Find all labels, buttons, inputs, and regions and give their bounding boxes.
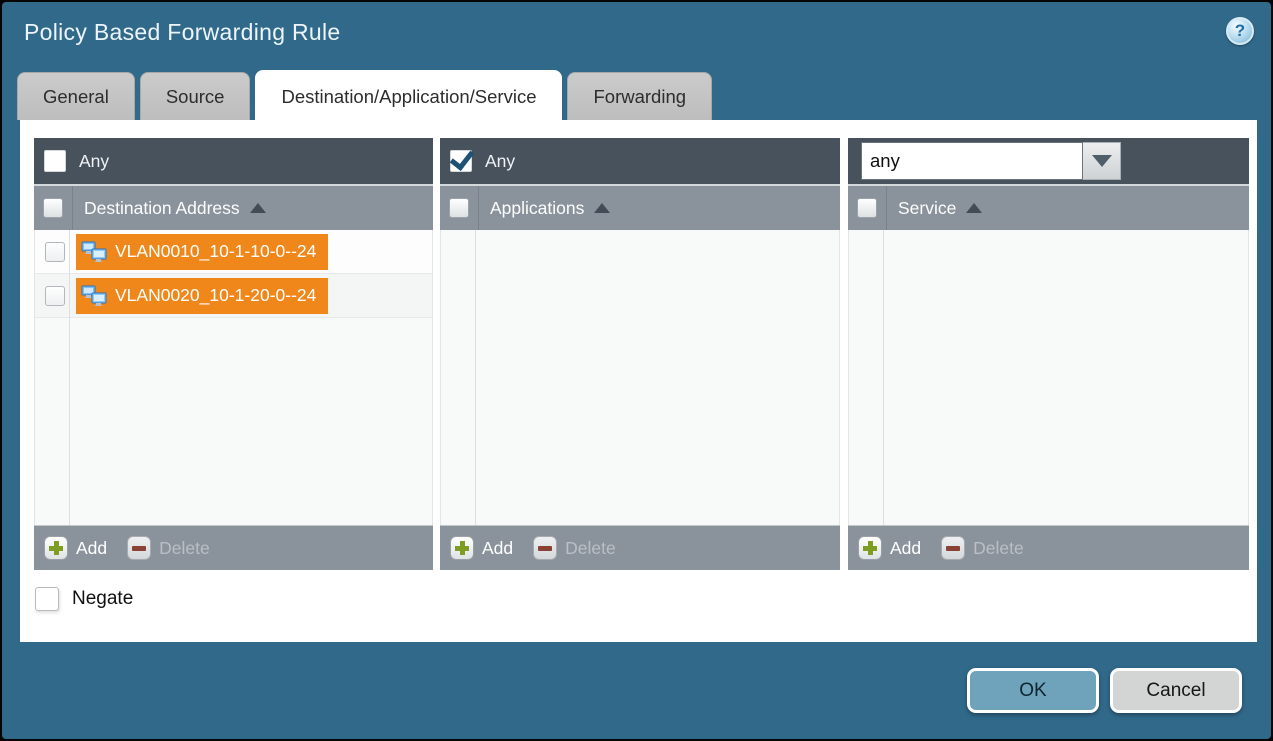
- list-item[interactable]: VLAN0020_10-1-20-0--24: [35, 274, 432, 318]
- header-separator: [72, 186, 73, 230]
- ok-button[interactable]: OK: [967, 668, 1099, 713]
- service-selector-bar: [848, 138, 1249, 184]
- destination-header-label: Destination Address: [84, 198, 240, 219]
- destination-any-label: Any: [79, 151, 109, 172]
- tab-destination-application-service[interactable]: Destination/Application/Service: [255, 70, 562, 120]
- destination-footer: Add Delete: [34, 525, 433, 570]
- applications-list: [440, 230, 840, 525]
- header-separator: [886, 186, 887, 230]
- service-header-label: Service: [898, 198, 956, 219]
- service-select-all-checkbox[interactable]: [857, 198, 877, 218]
- negate-label: Negate: [72, 588, 133, 610]
- applications-footer: Add Delete: [440, 525, 840, 570]
- delete-button[interactable]: Delete: [127, 536, 210, 560]
- row-checkbox[interactable]: [45, 242, 65, 262]
- tab-content-panel: Any Destination Address: [20, 120, 1257, 642]
- tab-source[interactable]: Source: [140, 72, 251, 120]
- network-address-icon: [81, 240, 108, 264]
- plus-icon: [858, 536, 882, 560]
- add-label: Add: [482, 538, 513, 559]
- dialog-buttons: OK Cancel: [967, 668, 1242, 713]
- header-separator: [478, 186, 479, 230]
- tab-bar: General Source Destination/Application/S…: [17, 72, 712, 120]
- add-button[interactable]: Add: [858, 536, 921, 560]
- sort-ascending-icon[interactable]: [250, 203, 266, 213]
- cancel-button[interactable]: Cancel: [1110, 668, 1242, 713]
- delete-label: Delete: [159, 538, 210, 559]
- tab-general[interactable]: General: [17, 72, 135, 120]
- minus-icon: [533, 536, 557, 560]
- add-label: Add: [890, 538, 921, 559]
- destination-address-list: VLAN0010_10-1-10-0--24: [34, 230, 433, 525]
- service-combobox-input[interactable]: [861, 142, 1083, 180]
- applications-any-checkbox[interactable]: [450, 150, 472, 172]
- service-combobox-button[interactable]: [1083, 142, 1121, 180]
- minus-icon: [941, 536, 965, 560]
- applications-any-label: Any: [485, 151, 515, 172]
- destination-any-bar: Any: [34, 138, 433, 184]
- service-list: [848, 230, 1249, 525]
- delete-button[interactable]: Delete: [533, 536, 616, 560]
- negate-row: Negate: [35, 587, 133, 611]
- sort-ascending-icon[interactable]: [594, 203, 610, 213]
- address-object-label: VLAN0020_10-1-20-0--24: [115, 285, 316, 306]
- delete-label: Delete: [565, 538, 616, 559]
- destination-select-all-checkbox[interactable]: [43, 198, 63, 218]
- applications-header[interactable]: Applications: [440, 184, 840, 230]
- sort-ascending-icon[interactable]: [966, 203, 982, 213]
- address-object-chip[interactable]: VLAN0010_10-1-10-0--24: [76, 234, 328, 270]
- address-object-chip[interactable]: VLAN0020_10-1-20-0--24: [76, 278, 328, 314]
- service-footer: Add Delete: [848, 525, 1249, 570]
- applications-header-label: Applications: [490, 198, 584, 219]
- minus-icon: [127, 536, 151, 560]
- address-object-label: VLAN0010_10-1-10-0--24: [115, 241, 316, 262]
- service-column: Service Add Delete: [848, 138, 1249, 570]
- help-icon[interactable]: ?: [1226, 17, 1254, 45]
- plus-icon: [450, 536, 474, 560]
- applications-column: Any Applications Add Delete: [440, 138, 840, 570]
- delete-label: Delete: [973, 538, 1024, 559]
- service-header[interactable]: Service: [848, 184, 1249, 230]
- chevron-down-icon: [1092, 155, 1112, 167]
- plus-icon: [44, 536, 68, 560]
- list-item[interactable]: VLAN0010_10-1-10-0--24: [35, 230, 432, 274]
- tab-forwarding[interactable]: Forwarding: [567, 72, 712, 120]
- add-button[interactable]: Add: [450, 536, 513, 560]
- row-checkbox[interactable]: [45, 286, 65, 306]
- service-combobox: [861, 142, 1121, 180]
- add-label: Add: [76, 538, 107, 559]
- applications-select-all-checkbox[interactable]: [449, 198, 469, 218]
- dialog-title: Policy Based Forwarding Rule: [24, 19, 341, 46]
- network-address-icon: [81, 284, 108, 308]
- negate-checkbox[interactable]: [35, 587, 59, 611]
- delete-button[interactable]: Delete: [941, 536, 1024, 560]
- applications-any-bar: Any: [440, 138, 840, 184]
- add-button[interactable]: Add: [44, 536, 107, 560]
- destination-address-column: Any Destination Address: [34, 138, 433, 570]
- destination-any-checkbox[interactable]: [44, 150, 66, 172]
- policy-based-forwarding-dialog: Policy Based Forwarding Rule ? General S…: [0, 0, 1273, 741]
- destination-address-header[interactable]: Destination Address: [34, 184, 433, 230]
